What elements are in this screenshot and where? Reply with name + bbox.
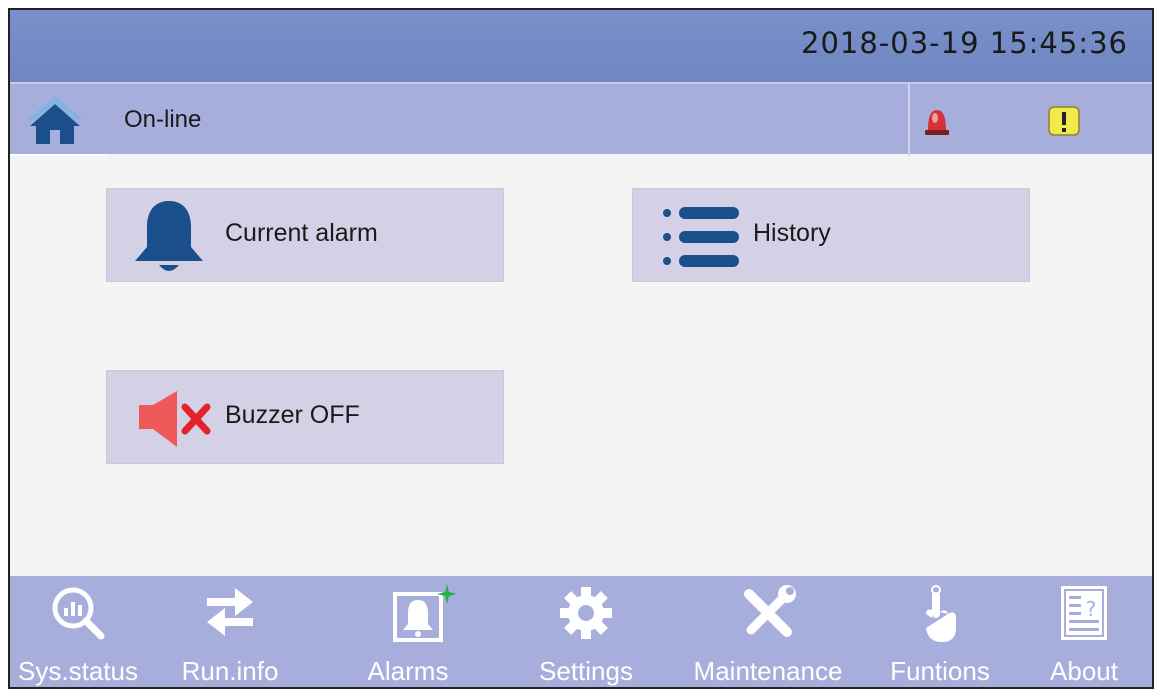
hmi-screen: 2018-03-19 15:45:36 On-line Current alar…: [8, 8, 1154, 689]
magnifier-chart-icon: [52, 587, 105, 640]
main-panel: Current alarm History Buzzer OFF: [10, 156, 1152, 576]
bottom-nav: Sys.status Run.info Alarms Settings Main…: [10, 576, 1152, 687]
nav-label: Alarms: [367, 656, 449, 686]
nav-label: Run.info: [181, 656, 279, 686]
alarm-siren-icon[interactable]: [922, 104, 952, 136]
nav-run-info[interactable]: Run.info: [150, 576, 310, 687]
nav-label: Settings: [539, 656, 633, 686]
status-divider: [908, 84, 910, 156]
top-bar: 2018-03-19 15:45:36: [10, 10, 1152, 82]
history-button[interactable]: History: [632, 188, 1030, 282]
nav-label: Funtions: [890, 656, 990, 686]
nav-sys-status[interactable]: Sys.status: [10, 576, 146, 687]
nav-alarms[interactable]: Alarms: [328, 576, 488, 687]
hand-pointer-icon: [926, 585, 956, 642]
bell-icon: [135, 201, 203, 271]
current-alarm-label: Current alarm: [225, 219, 378, 247]
warning-icon[interactable]: [1048, 106, 1080, 136]
nav-label: Sys.status: [18, 656, 138, 686]
tools-icon: [744, 585, 796, 637]
swap-arrows-icon: [207, 588, 253, 636]
nav-label: About: [1050, 656, 1118, 686]
home-icon: [27, 96, 83, 144]
datetime-display: 2018-03-19 15:45:36: [801, 26, 1128, 60]
nav-label: Maintenance: [693, 656, 843, 686]
speaker-muted-icon: [139, 391, 211, 447]
list-icon: [663, 207, 739, 267]
status-bar: On-line: [10, 82, 1152, 156]
current-alarm-button[interactable]: Current alarm: [106, 188, 504, 282]
status-text: On-line: [124, 106, 202, 133]
buzzer-off-label: Buzzer OFF: [225, 401, 360, 429]
svg-text:?: ?: [1086, 597, 1097, 621]
bell-frame-icon: [393, 584, 457, 642]
home-button[interactable]: [24, 94, 86, 146]
buzzer-off-button[interactable]: Buzzer OFF: [106, 370, 504, 464]
nav-about[interactable]: ? About: [1014, 576, 1152, 687]
nav-settings[interactable]: Settings: [506, 576, 666, 687]
document-icon: ?: [1061, 586, 1107, 640]
history-label: History: [753, 219, 831, 247]
gear-icon: [560, 587, 612, 639]
nav-maintenance[interactable]: Maintenance: [676, 576, 860, 687]
nav-functions[interactable]: Funtions: [870, 576, 1010, 687]
